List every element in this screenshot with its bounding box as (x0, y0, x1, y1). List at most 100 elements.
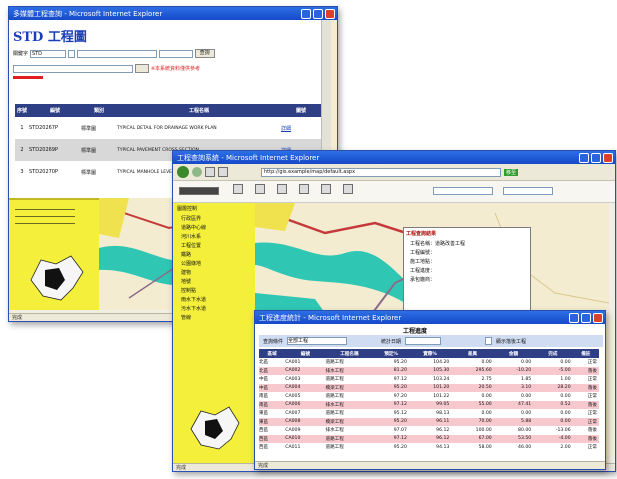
table-row[interactable]: 北區 CA001 道路工程 95.20 104.20 0.00 0.00 0.00 正常 (259, 358, 599, 367)
minimize-button[interactable] (579, 152, 589, 163)
layer-item[interactable]: 控制點 (173, 286, 255, 295)
table-cell: 北區 (259, 368, 269, 374)
table-cell: 2.00 (560, 444, 571, 450)
table-cell: 南區 (259, 402, 269, 408)
search-go-button[interactable] (134, 64, 149, 73)
table-cell: 95.12 (393, 410, 407, 416)
table-cell: 落後 (587, 436, 597, 442)
maximize-button[interactable] (581, 312, 591, 323)
go-button[interactable]: 移至 (504, 168, 519, 176)
table-row[interactable]: 西區 CA009 排水工程 97.07 96.12 100.00 80.00 -13.06 落後 (259, 426, 599, 435)
layer-item[interactable]: 公園綠地 (173, 259, 255, 268)
table-cell: 2.75 (481, 376, 492, 382)
option-field[interactable] (76, 49, 157, 58)
layer-item[interactable]: 污水下水道 (173, 304, 255, 313)
table-cell: 橋梁工程 (325, 419, 344, 425)
pan-icon[interactable] (233, 184, 243, 194)
forward-icon[interactable] (192, 167, 202, 177)
table-row[interactable]: 西區 CA010 道路工程 97.12 96.12 67.00 53.50 -4.00 落後 (259, 434, 599, 443)
layer-item[interactable]: 雨水下水道 (173, 295, 255, 304)
print-icon[interactable] (343, 184, 353, 194)
minimize-button[interactable] (569, 312, 579, 323)
close-button[interactable] (603, 152, 613, 163)
detail-link[interactable]: 詳細 (281, 117, 321, 139)
table-cell: 排水工程 (325, 368, 344, 374)
table-cell: CA010 (285, 436, 301, 442)
col-header: 工程名稱 (340, 351, 359, 357)
window-progress-statistics: 工程進度統計 - Microsoft Internet Explorer 工程進… (254, 310, 606, 470)
district-select[interactable] (503, 187, 553, 195)
layer-item[interactable]: 河川水系 (173, 232, 255, 241)
show-delayed-checkbox[interactable] (485, 337, 493, 345)
table-cell: 97.20 (393, 393, 407, 399)
scale-select[interactable] (433, 187, 493, 195)
col-header: 備註 (581, 351, 591, 357)
table-row[interactable]: 南區 CA006 排水工程 97.12 99.05 55.00 47.41 0.52 落後 (259, 400, 599, 409)
table-cell: 中區 (259, 377, 269, 383)
layer-item[interactable]: 地號 (173, 277, 255, 286)
table-cell: CA004 (285, 385, 301, 391)
keyword-input[interactable] (13, 64, 133, 73)
layer-panel: 圖層控制 行政區界 道路中心線 河川水系 工程位置 鐵路 公園綠地 建物 地號 … (173, 203, 255, 465)
col-header: 編號 (300, 351, 310, 357)
table-row[interactable]: 南區 CA005 道路工程 97.20 101.22 0.00 0.00 0.00 正常 (259, 392, 599, 401)
table-row[interactable]: 中區 CA004 橋梁工程 95.20 101.20 20.50 3.10 28.20 落後 (259, 383, 599, 392)
zoom-in-icon[interactable] (255, 184, 265, 194)
date-select[interactable] (405, 337, 442, 345)
cell-no: 2 (20, 147, 24, 153)
filter-select[interactable]: 全部工程 (287, 337, 348, 345)
filter-select[interactable] (158, 49, 193, 58)
table-cell: 排水工程 (325, 428, 344, 434)
legend-item[interactable] (15, 206, 75, 210)
table-row[interactable]: 東區 CA007 道路工程 95.12 98.13 0.00 0.00 0.00 正常 (259, 409, 599, 418)
table-row[interactable]: 1 STD20267P 標準圖 TYPICAL DETAIL FOR DRAIN… (15, 117, 321, 139)
layer-item[interactable]: 道路中心線 (173, 223, 255, 232)
close-button[interactable] (593, 312, 603, 323)
layer-item[interactable]: 行政區界 (173, 214, 255, 223)
table-cell: 1.00 (560, 376, 571, 382)
table-cell: 97.12 (393, 402, 407, 408)
table-cell: 落後 (587, 402, 597, 408)
col-header: 圖號 (295, 108, 306, 114)
table-cell: CA007 (285, 410, 301, 416)
full-extent-icon[interactable] (299, 184, 309, 194)
table-cell: 正常 (587, 360, 597, 366)
refresh-icon[interactable] (205, 167, 215, 177)
table-cell: 67.00 (478, 436, 492, 442)
notice-text: ※本系統資料僅供參考 (150, 66, 201, 72)
layer-item[interactable]: 管線 (173, 313, 255, 322)
maximize-button[interactable] (591, 152, 601, 163)
table-cell: 46.00 (518, 444, 532, 450)
table-cell: 5.88 (520, 419, 532, 425)
minimize-button[interactable] (301, 8, 311, 19)
layer-item[interactable]: 工程位置 (173, 241, 255, 250)
area-yellow (99, 198, 129, 238)
maximize-button[interactable] (313, 8, 323, 19)
legend-item[interactable] (15, 213, 75, 217)
table-row[interactable]: 北區 CA002 排水工程 81.20 105.30 295.60 -10.20 -5.00 落… (259, 366, 599, 375)
table-row[interactable]: 中區 CA003 道路工程 97.12 103.24 2.75 1.85 1.00 正常 (259, 375, 599, 384)
info-item: 承包廠商： (410, 277, 436, 283)
search-input[interactable]: STD (29, 49, 66, 58)
address-field[interactable]: http://gis.example/map/default.aspx (261, 167, 501, 177)
table-cell: 0.00 (481, 393, 492, 399)
table-row[interactable]: 東區 CA008 橋梁工程 95.20 96.11 70.00 5.88 0.00 正常 (259, 417, 599, 426)
query-icon[interactable] (321, 184, 331, 194)
home-icon[interactable] (218, 167, 228, 177)
legend-item[interactable] (15, 220, 75, 224)
status-text: 完成 (12, 315, 23, 321)
layer-item[interactable]: 建物 (173, 268, 255, 277)
table-row[interactable]: 西區 CA011 道路工程 95.20 94.13 58.00 46.00 2.00 正常 (259, 443, 599, 452)
layer-item[interactable]: 鐵路 (173, 250, 255, 259)
table-body: 北區 CA001 道路工程 95.20 104.20 0.00 0.00 0.00 正常 北區 CA… (259, 358, 599, 452)
query-button[interactable]: 查詢 (194, 49, 215, 58)
table-cell: 99.05 (436, 402, 450, 408)
table-cell: 1.85 (520, 376, 532, 382)
table-cell: 中區 (259, 385, 269, 391)
zoom-out-icon[interactable] (277, 184, 287, 194)
option-checkbox[interactable] (67, 49, 75, 58)
table-cell: 95.20 (393, 385, 407, 391)
logo-icon (179, 187, 219, 195)
back-icon[interactable] (177, 166, 189, 178)
close-button[interactable] (325, 8, 335, 19)
